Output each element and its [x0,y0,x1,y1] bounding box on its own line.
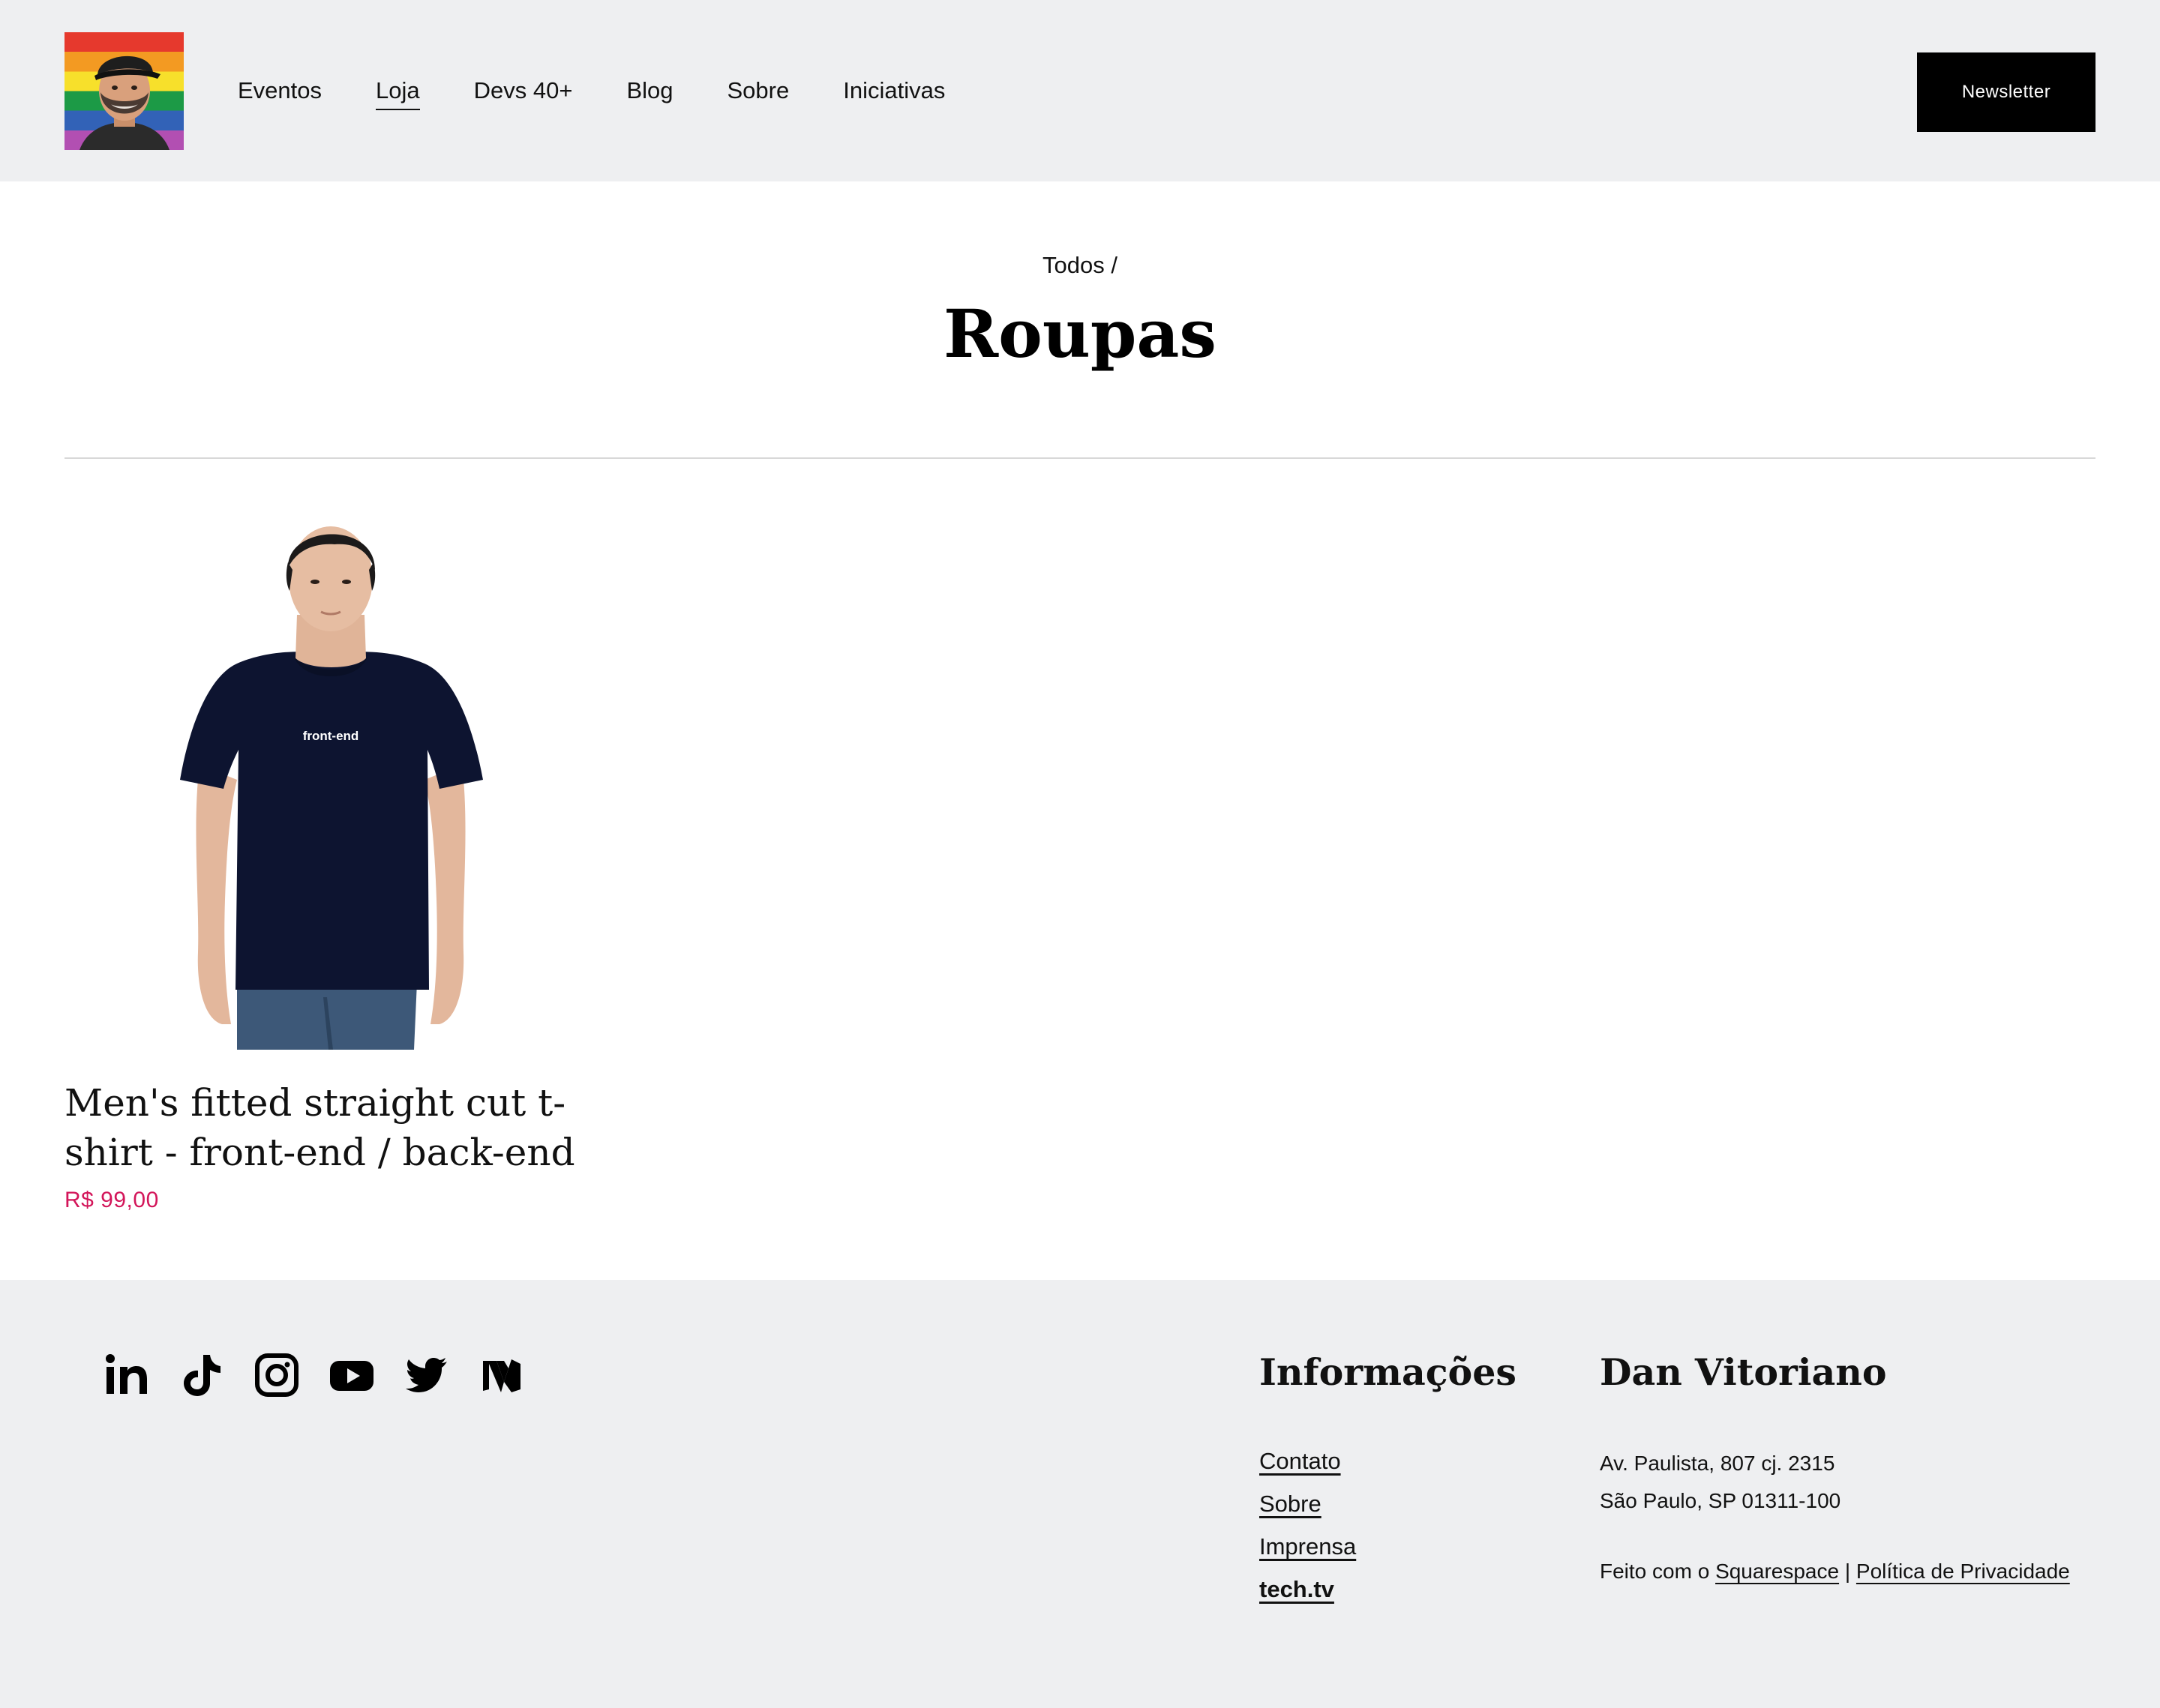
nav-item-devs-40[interactable]: Devs 40+ [474,76,573,110]
linkedin-icon[interactable] [104,1352,150,1398]
info-links: Contato Sobre Imprensa tech.tv [1259,1446,1356,1617]
footer-link-imprensa[interactable]: Imprensa [1259,1532,1356,1562]
nav-item-iniciativas[interactable]: Iniciativas [843,76,945,110]
address-line-2: São Paulo, SP 01311-100 [1600,1489,1841,1512]
site-footer: Informações Contato Sobre Imprensa tech.… [0,1280,2160,1708]
nav-item-eventos[interactable]: Eventos [238,76,322,110]
avatar-illustration [80,55,170,150]
address-line-1: Av. Paulista, 807 cj. 2315 [1600,1452,1835,1475]
social-links [104,1352,554,1398]
privacy-policy-link[interactable]: Política de Privacidade [1856,1560,2070,1583]
divider [64,457,2096,459]
footer-link-contato[interactable]: Contato [1259,1446,1341,1476]
main-nav: Eventos Loja Devs 40+ Blog Sobre Iniciat… [238,76,999,110]
product-price: R$ 99,00 [64,1188,159,1212]
credits-separator: | [1844,1560,1851,1583]
name-heading: Dan Vitoriano [1600,1350,1887,1394]
breadcrumb[interactable]: Todos / [0,252,2160,279]
twitter-icon[interactable] [404,1352,450,1398]
site-header: Eventos Loja Devs 40+ Blog Sobre Iniciat… [0,0,2160,181]
credits-prefix: Feito com o [1600,1560,1710,1583]
youtube-icon[interactable] [328,1352,375,1398]
medium-icon[interactable] [478,1352,525,1398]
info-heading: Informações [1259,1350,1516,1394]
address: Av. Paulista, 807 cj. 2315 São Paulo, SP… [1600,1445,1840,1520]
tshirt-model-photo: front-end [180,526,483,1050]
footer-link-tech-tv[interactable]: tech.tv [1259,1575,1334,1605]
nav-item-blog[interactable]: Blog [626,76,673,110]
svg-text:front-end: front-end [303,729,359,743]
site-logo-avatar[interactable] [64,32,184,150]
credits: Feito com o Squarespace | Política de Pr… [1600,1560,2070,1584]
product-image[interactable]: front-end [64,510,597,1050]
page-title: Roupas [944,295,1216,373]
product-title[interactable]: Men's fitted straight cut t-shirt - fron… [64,1078,634,1177]
tiktok-icon[interactable] [178,1352,225,1398]
nav-item-loja[interactable]: Loja [376,76,420,110]
newsletter-button[interactable]: Newsletter [1917,52,2096,132]
instagram-icon[interactable] [254,1352,300,1398]
nav-item-sobre[interactable]: Sobre [728,76,790,110]
footer-link-sobre[interactable]: Sobre [1259,1489,1322,1519]
squarespace-link[interactable]: Squarespace [1715,1560,1839,1583]
